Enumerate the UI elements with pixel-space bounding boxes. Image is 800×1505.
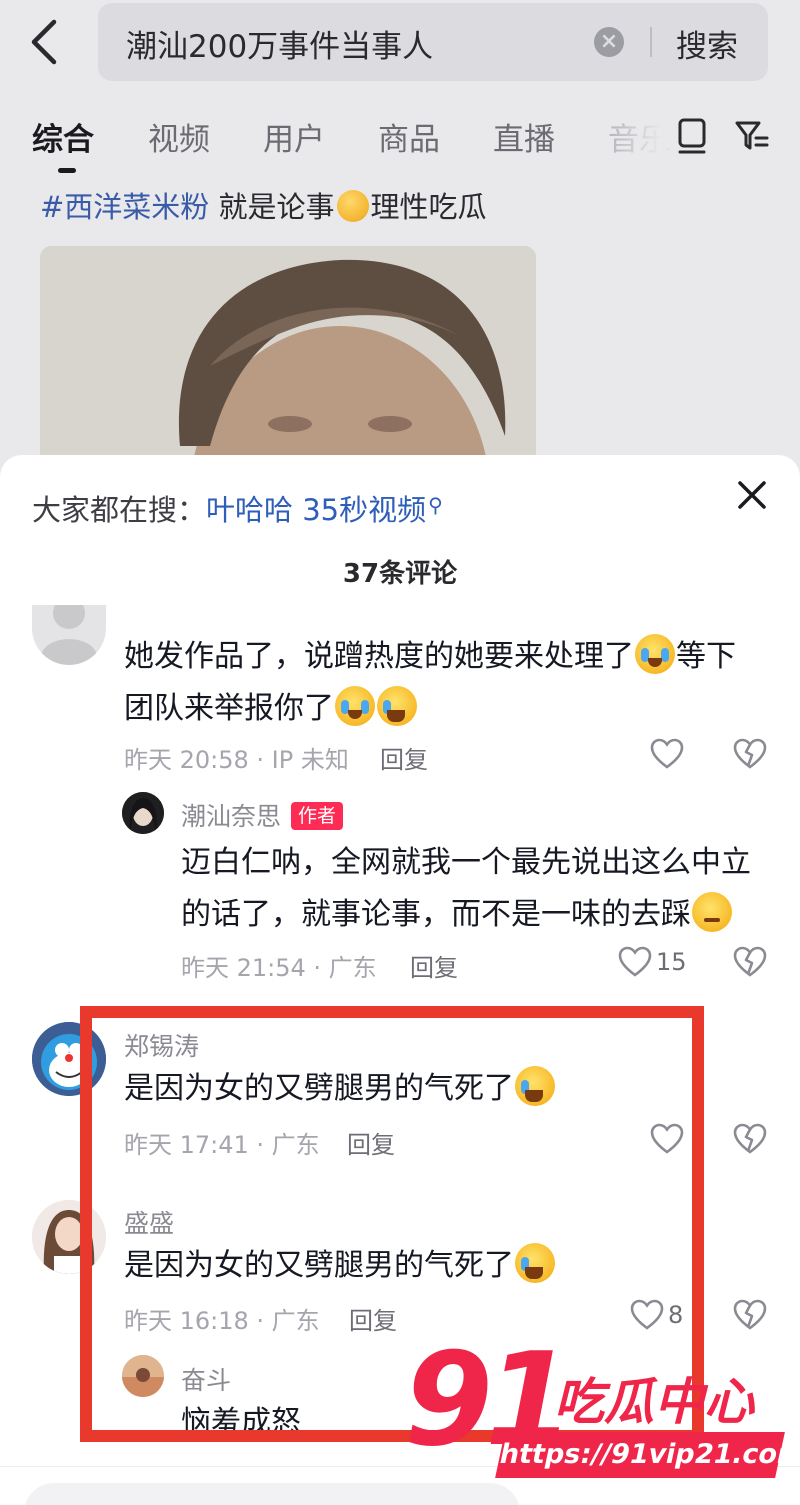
crying-emoji-icon [635, 634, 675, 674]
tab-comprehensive[interactable]: 综合 [32, 114, 94, 159]
avatar[interactable] [122, 792, 164, 834]
comment-text-line: 她发作品了，说蹭热度的她要来处理了 [124, 639, 634, 674]
reply-button[interactable]: 回复 [410, 948, 458, 983]
search-divider [650, 27, 652, 57]
watermark-url: https://91vip21.com [495, 1432, 800, 1478]
tab-video[interactable]: 视频 [148, 114, 210, 159]
comment-text-line: 的话了，就事论事，而不是一味的去踩 [181, 897, 691, 932]
tab-fade [608, 110, 668, 162]
tab-bar: 综合 视频 用户 商品 直播 音乐 [0, 100, 800, 176]
comment-count: 37条评论 [342, 559, 458, 589]
avatar[interactable] [32, 605, 106, 665]
comment-text: 她发作品了，说蹭热度的她要来处理了 等下 团队来举报你了 [124, 631, 764, 735]
crying-emoji-icon [335, 686, 375, 726]
dislike-icon[interactable] [733, 946, 767, 978]
watermark: 91 吃瓜中心 https://91vip21.com [404, 1326, 800, 1486]
result-caption-text: 就是论事 [209, 190, 335, 224]
username[interactable]: 潮汕奈思 [181, 802, 281, 831]
dislike-icon[interactable] [733, 1123, 767, 1155]
reply-button[interactable]: 回复 [380, 740, 428, 775]
back-arrow-icon[interactable] [26, 14, 66, 70]
default-avatar-icon [41, 605, 97, 665]
tab-live[interactable]: 直播 [493, 114, 555, 159]
search-icon: ⚲ [428, 493, 443, 517]
comment-meta: 昨天 21:54 · 广东 [181, 954, 377, 982]
close-icon[interactable] [734, 477, 770, 513]
video-thumbnail[interactable] [40, 246, 536, 466]
tab-products[interactable]: 商品 [378, 114, 440, 159]
tab-users[interactable]: 用户 [263, 114, 325, 159]
top-bar: 潮汕200万事件当事人 × 搜索 [0, 0, 800, 92]
comment-text-line: 迈白仁呐，全网就我一个最先说出这么中立 [181, 845, 751, 880]
watermark-brand: 吃瓜中心 [554, 1373, 754, 1431]
result-hashtag[interactable]: #西洋菜米粉 [40, 190, 209, 224]
heart-icon[interactable] [650, 738, 684, 770]
shushing-emoji-icon [336, 190, 369, 222]
laughing-emoji-icon [377, 686, 417, 726]
search-button[interactable]: 搜索 [676, 21, 738, 66]
comment-meta: 昨天 20:58 · IP 未知 [124, 746, 349, 774]
layout-toggle-icon[interactable] [676, 116, 708, 156]
hot-search[interactable]: 大家都在搜：叶哈哈 35秒视频 ⚲ [32, 487, 443, 529]
result-caption-suffix: 理性吃瓜 [370, 190, 487, 224]
comment-author[interactable]: 潮汕奈思 作者 [181, 797, 344, 833]
filter-icon[interactable] [734, 118, 770, 154]
comment-input[interactable] [24, 1483, 520, 1505]
hot-search-prefix: 大家都在搜： [32, 493, 207, 527]
thinking-emoji-icon [692, 892, 732, 932]
tab-active-indicator [58, 168, 76, 173]
watermark-url-text: https://91vip21.com [496, 1439, 800, 1470]
author-badge: 作者 [291, 802, 344, 830]
search-input[interactable]: 潮汕200万事件当事人 [126, 21, 433, 66]
thumbnail-image [40, 246, 536, 466]
hot-search-link[interactable]: 叶哈哈 35秒视频 [206, 493, 426, 527]
heart-icon[interactable] [618, 946, 652, 978]
dislike-icon[interactable] [733, 1299, 767, 1331]
dislike-icon[interactable] [733, 738, 767, 770]
comment-text: 迈白仁呐，全网就我一个最先说出这么中立 的话了，就事论事，而不是一味的去踩 [181, 837, 771, 941]
search-box[interactable]: 潮汕200万事件当事人 × 搜索 [98, 3, 768, 81]
clear-icon[interactable]: × [594, 27, 624, 57]
comment-text-line: 团队来举报你了 [124, 691, 334, 726]
like-count: 15 [656, 948, 687, 976]
result-caption[interactable]: #西洋菜米粉 就是论事 理性吃瓜 [40, 184, 487, 226]
avatar-image [122, 792, 164, 834]
comment-text-line: 等下 [676, 639, 736, 674]
